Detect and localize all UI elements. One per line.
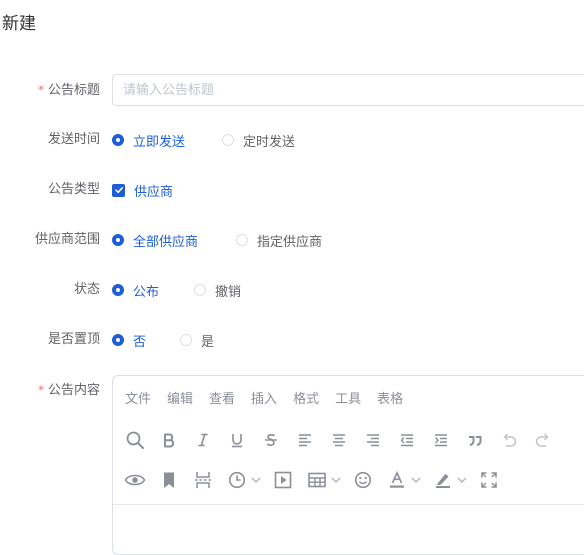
font-color-icon [385, 468, 409, 492]
radio-dot [112, 334, 124, 346]
menu-format[interactable]: 格式 [293, 388, 319, 412]
radio-label: 是 [201, 334, 215, 350]
radio-label: 否 [133, 334, 147, 350]
chevron-down-icon [411, 468, 421, 492]
radio-dot [112, 284, 124, 296]
send-time-label: 发送时间 [47, 132, 100, 147]
radio-dot [112, 134, 124, 146]
menu-insert[interactable]: 插入 [251, 388, 277, 412]
radio-label: 定时发送 [243, 134, 296, 150]
menu-view[interactable]: 查看 [209, 388, 235, 412]
checkbox-supplier[interactable]: 供应商 [112, 174, 173, 206]
radio-dot [222, 134, 234, 146]
chevron-down-icon [457, 468, 467, 492]
radio-revoke[interactable]: 撤销 [194, 274, 241, 306]
form-row-pinned: 是否置顶 否 是 [0, 324, 584, 356]
blockquote-icon[interactable] [463, 428, 487, 452]
radio-dot [180, 334, 192, 346]
notice-title-input[interactable] [112, 74, 584, 106]
chevron-down-icon [331, 468, 341, 492]
table-icon [305, 468, 329, 492]
radio-label: 立即发送 [133, 134, 186, 150]
radio-pinned[interactable]: 是 [180, 324, 214, 356]
chevron-down-icon [251, 468, 261, 492]
title-label: * 公告标题 [37, 83, 100, 98]
editor-toolbar-primary [123, 428, 565, 452]
radio-all-suppliers[interactable]: 全部供应商 [112, 224, 198, 256]
radio-dot [236, 234, 248, 246]
menu-file[interactable]: 文件 [125, 388, 151, 412]
required-mark: * [37, 83, 44, 97]
radio-dot [112, 234, 124, 246]
fullscreen-icon[interactable] [477, 468, 501, 492]
notice-type-label: 公告类型 [47, 182, 100, 197]
radio-dot [194, 284, 206, 296]
strikethrough-icon[interactable] [259, 428, 283, 452]
rich-text-editor: 文件 编辑 查看 插入 格式 工具 表格 [112, 375, 584, 555]
radio-send-now[interactable]: 立即发送 [112, 124, 185, 156]
page-title: 新建 [2, 14, 36, 34]
media-icon[interactable] [271, 468, 295, 492]
preview-icon[interactable] [123, 468, 147, 492]
indent-icon[interactable] [429, 428, 453, 452]
highlight-icon [431, 468, 455, 492]
check-icon [112, 183, 125, 197]
italic-icon[interactable] [191, 428, 215, 452]
redo-icon[interactable] [531, 428, 555, 452]
search-icon[interactable] [123, 428, 147, 452]
form-row-supplier-scope: 供应商范围 全部供应商 指定供应商 [0, 224, 584, 256]
radio-label: 指定供应商 [257, 234, 323, 250]
highlight-dropdown[interactable] [431, 468, 467, 492]
radio-publish[interactable]: 公布 [112, 274, 159, 306]
supplier-scope-label: 供应商范围 [34, 232, 100, 247]
bookmark-icon[interactable] [157, 468, 181, 492]
bold-icon[interactable] [157, 428, 181, 452]
form-row-title: * 公告标题 [0, 74, 584, 106]
align-center-icon[interactable] [327, 428, 351, 452]
clock-icon [225, 468, 249, 492]
radio-send-scheduled[interactable]: 定时发送 [222, 124, 295, 156]
radio-specific-suppliers[interactable]: 指定供应商 [236, 224, 322, 256]
menu-table[interactable]: 表格 [377, 388, 403, 412]
toolbar-divider [113, 504, 584, 505]
radio-label: 公布 [133, 284, 160, 300]
align-right-icon[interactable] [361, 428, 385, 452]
radio-not-pinned[interactable]: 否 [112, 324, 146, 356]
undo-icon[interactable] [497, 428, 521, 452]
status-label: 状态 [73, 282, 100, 297]
emoji-icon[interactable] [351, 468, 375, 492]
editor-menubar: 文件 编辑 查看 插入 格式 工具 表格 [125, 388, 419, 412]
pinned-label: 是否置顶 [47, 332, 100, 347]
form-row-status: 状态 公布 撤销 [0, 274, 584, 306]
underline-icon[interactable] [225, 428, 249, 452]
datetime-dropdown[interactable] [225, 468, 261, 492]
radio-label: 撤销 [215, 284, 242, 300]
required-mark: * [37, 383, 44, 397]
form-row-notice-type: 公告类型 供应商 [0, 174, 584, 206]
table-dropdown[interactable] [305, 468, 341, 492]
radio-label: 全部供应商 [133, 234, 199, 250]
menu-tools[interactable]: 工具 [335, 388, 361, 412]
form-row-send-time: 发送时间 立即发送 定时发送 [0, 124, 584, 156]
outdent-icon[interactable] [395, 428, 419, 452]
editor-toolbar-secondary [123, 468, 511, 492]
align-left-icon[interactable] [293, 428, 317, 452]
menu-edit[interactable]: 编辑 [167, 388, 193, 412]
content-label: * 公告内容 [37, 383, 100, 398]
page-break-icon[interactable] [191, 468, 215, 492]
checkbox-label: 供应商 [134, 184, 174, 200]
font-color-dropdown[interactable] [385, 468, 421, 492]
